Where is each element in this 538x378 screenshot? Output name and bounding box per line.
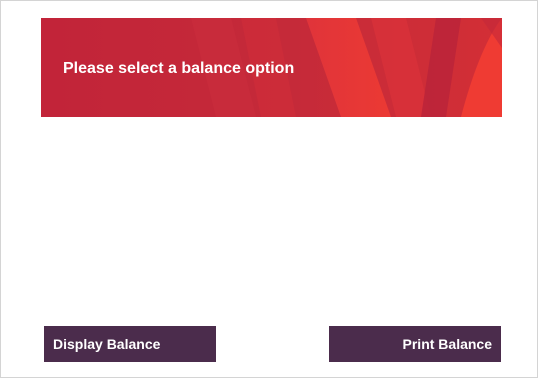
- atm-screen: Please select a balance option Display B…: [0, 0, 538, 378]
- display-balance-button[interactable]: Display Balance: [44, 326, 216, 362]
- print-balance-button[interactable]: Print Balance: [329, 326, 501, 362]
- page-title: Please select a balance option: [63, 60, 295, 77]
- header-banner: Please select a balance option: [41, 18, 502, 117]
